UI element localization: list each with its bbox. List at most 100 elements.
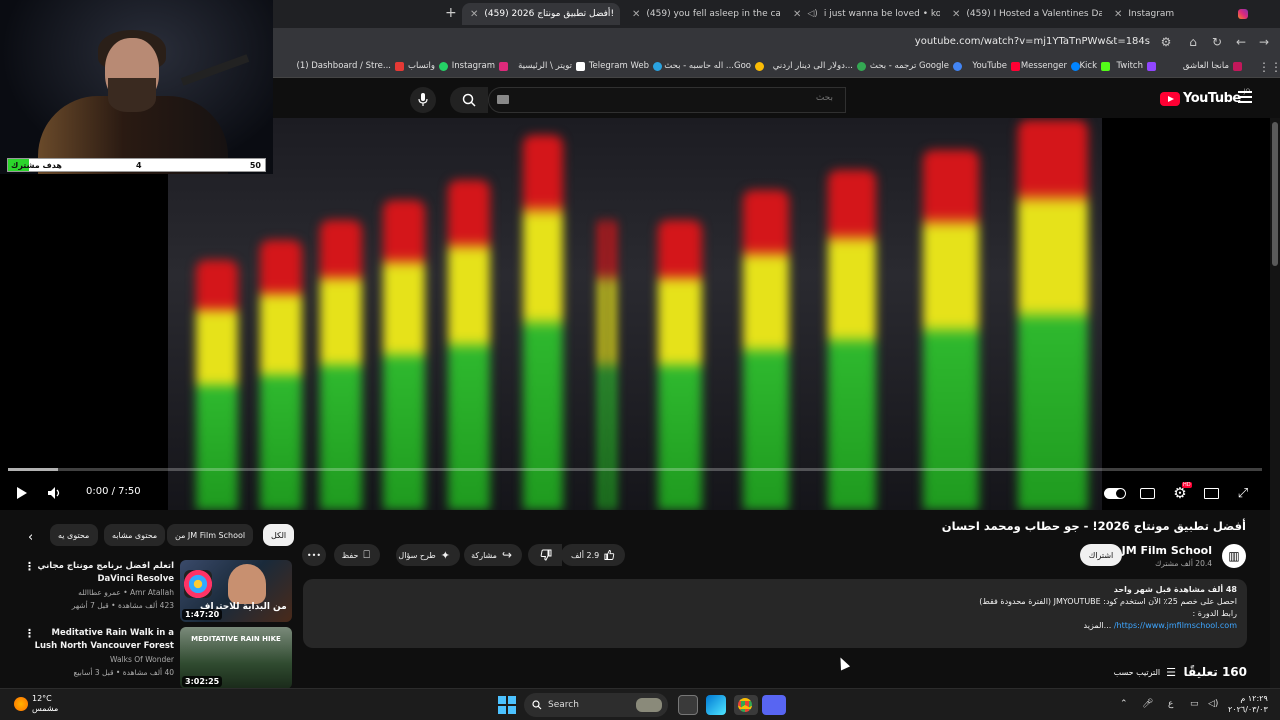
recommended-video[interactable]: من البداية للاحتراف 1:47:20 اتعلم افضل ب… xyxy=(0,560,295,624)
channel-name[interactable]: JM Film School xyxy=(1122,544,1212,557)
tab-valentines[interactable]: ✕ (459) I Hosted a Valentines Day xyxy=(944,3,1102,25)
search-input[interactable] xyxy=(513,93,833,103)
tray-overflow-icon[interactable]: ⌃ xyxy=(1120,699,1128,709)
tab-asleep[interactable]: ✕ (459) you fell asleep in the car xyxy=(624,3,780,25)
start-button[interactable] xyxy=(498,696,516,714)
more-options-icon[interactable]: ⋮ xyxy=(24,627,35,640)
webcam-overlay xyxy=(0,0,273,174)
recommended-video[interactable]: MEDITATIVE RAIN HIKE 3:02:25 Meditative … xyxy=(0,627,295,691)
bookmark-dashboard[interactable]: (1) Dashboard / Stre... xyxy=(297,61,404,71)
autoplay-toggle[interactable] xyxy=(1104,484,1126,502)
video-title[interactable]: اتعلم افضل برنامج مونتاج مجاني DaVinci R… xyxy=(34,560,174,586)
share-button[interactable]: ↪ مشاركة xyxy=(464,544,522,566)
close-tab-icon[interactable]: ✕ xyxy=(470,9,478,20)
chip-more[interactable]: محتوى يه xyxy=(50,524,98,546)
youtube-logo[interactable]: YouTube JO xyxy=(1160,88,1250,106)
keyboard-language[interactable]: ع xyxy=(1168,699,1173,709)
audio-icon: ◁) xyxy=(807,9,818,19)
bookmark-twitter[interactable]: تويتر \ الرئيسية xyxy=(518,61,585,71)
google-icon xyxy=(755,61,764,71)
bookmark-twitch[interactable]: Twitch xyxy=(1117,61,1156,71)
description-box[interactable]: 48 ألف مشاهدة قبل شهر واحد احصل على خصم … xyxy=(303,579,1247,648)
reload-icon[interactable]: ↻ xyxy=(1209,34,1225,50)
dislike-button[interactable] xyxy=(528,544,562,566)
close-tab-icon[interactable]: ✕ xyxy=(793,9,801,20)
tab-instagram[interactable]: ✕ Instagram xyxy=(1106,3,1256,25)
system-clock[interactable]: ١٢:٢٩ م ٢٠٢٦/٠٣/٠٣ xyxy=(1228,693,1268,715)
tab-spotify[interactable]: ✕ ◁) i just wanna be loved • kob xyxy=(785,3,940,25)
new-tab-icon[interactable]: + xyxy=(445,5,457,21)
site-settings-icon[interactable]: ⚙ xyxy=(1158,34,1174,50)
progress-bar[interactable] xyxy=(8,468,1262,471)
speaker-icon[interactable]: ◁) xyxy=(1208,699,1218,709)
bookmark-manga[interactable]: مانجا العاشق xyxy=(1183,61,1242,71)
show-more-link[interactable]: ...المزيد xyxy=(1084,621,1112,630)
page-scrollbar[interactable] xyxy=(1270,118,1280,688)
apps-grid-icon[interactable]: ⋮⋮ xyxy=(1258,59,1280,75)
close-tab-icon[interactable]: ✕ xyxy=(952,9,960,20)
bookmark-currency[interactable]: دولار الى دينار اردني... xyxy=(773,61,866,71)
bookmark-calculator[interactable]: اله حاسبه - بحث ...Goo xyxy=(664,61,764,71)
taskbar-search[interactable]: Search xyxy=(524,693,668,717)
fullscreen-button[interactable]: ⤢ xyxy=(1236,484,1250,502)
channel-name[interactable]: Amr Atallah • عمرو عطاالله xyxy=(78,588,174,597)
video-duration: 1:47:20 xyxy=(182,609,223,620)
keyboard-icon[interactable] xyxy=(497,95,509,104)
voice-search-button[interactable] xyxy=(410,87,436,113)
bookmark-instagram[interactable]: Instagram xyxy=(452,61,508,71)
home-icon[interactable]: ⌂ xyxy=(1185,34,1201,50)
chip-from-channel[interactable]: من JM Film School xyxy=(167,524,254,546)
task-view-icon[interactable] xyxy=(678,695,698,715)
bookmark-youtube[interactable]: YouTube xyxy=(972,61,1020,71)
thumbs-up-icon xyxy=(604,550,615,560)
close-tab-icon[interactable]: ✕ xyxy=(632,9,640,20)
scrollbar-thumb[interactable] xyxy=(1272,122,1278,266)
video-player[interactable]: 0:00 / 7:50 ⚙ HD ⤢ xyxy=(0,118,1270,510)
settings-button[interactable]: ⚙ HD xyxy=(1171,482,1192,502)
video-title[interactable]: Meditative Rain Walk in a Lush North Van… xyxy=(34,627,174,653)
more-options-icon[interactable]: ⋮ xyxy=(24,560,35,573)
tab-active-video[interactable]: ✕ (459) أفضل تطبيق مونتاج 2026! xyxy=(462,3,620,25)
sort-comments-button[interactable]: ☰ الترتيب حسب xyxy=(1114,666,1176,679)
more-actions-button[interactable]: ••• xyxy=(302,544,326,566)
close-tab-icon[interactable]: ✕ xyxy=(1114,9,1122,20)
chip-all[interactable]: الكل xyxy=(263,524,295,546)
description-link[interactable]: https://www.jmfilmschool.com/ xyxy=(1114,621,1237,630)
bookmark-whatsapp[interactable]: واتساب xyxy=(408,61,448,71)
google-icon xyxy=(953,61,962,71)
chrome-taskbar-button[interactable] xyxy=(734,695,758,715)
goal-current: 4 xyxy=(136,160,142,170)
hamburger-menu-icon[interactable] xyxy=(1238,91,1252,103)
back-icon[interactable]: → xyxy=(1256,34,1272,50)
chip-related[interactable]: محتوى مشابه xyxy=(104,524,166,546)
url-field[interactable]: youtube.com/watch?v=mj1YTaTnPWw&t=184s xyxy=(915,36,1150,47)
forward-icon[interactable]: ← xyxy=(1233,34,1249,50)
channel-name[interactable]: Walks Of Wonder xyxy=(110,655,174,664)
bookmark-translate[interactable]: ترجمه - بحث Google xyxy=(870,61,962,71)
like-button[interactable]: 2.9 ألف xyxy=(561,544,625,566)
mic-tray-icon[interactable]: 🎤︎ xyxy=(1142,699,1153,709)
video-meta: 423 ألف مشاهدة • قبل 7 أشهر xyxy=(71,601,174,610)
instagram-icon xyxy=(1238,9,1248,19)
tab-label: Instagram xyxy=(1128,9,1175,19)
search-label: Search xyxy=(548,700,579,710)
microsoft-store-icon[interactable] xyxy=(706,695,726,715)
network-icon[interactable]: ▭ xyxy=(1190,699,1199,709)
subscribe-button[interactable]: اشتراك xyxy=(1080,544,1122,566)
bookmark-messenger[interactable]: Messenger xyxy=(1021,61,1080,71)
search-button[interactable] xyxy=(450,87,488,113)
discord-icon[interactable] xyxy=(762,695,786,715)
subtitles-button[interactable] xyxy=(1139,484,1155,502)
channel-avatar[interactable]: ▥ xyxy=(1222,544,1246,568)
weather-widget[interactable]: 12°C مشمس xyxy=(14,694,58,714)
bookmark-kick[interactable]: Kick xyxy=(1079,61,1110,71)
ask-question-button[interactable]: ✦ طرح سؤال xyxy=(396,544,460,566)
save-button[interactable]: ⎕ حفظ xyxy=(334,544,380,566)
volume-button[interactable] xyxy=(46,484,64,502)
theater-mode-button[interactable] xyxy=(1203,484,1219,502)
play-button[interactable] xyxy=(14,484,30,502)
clock-date: ٢٠٢٦/٠٣/٠٣ xyxy=(1228,705,1268,714)
search-box[interactable] xyxy=(488,87,846,113)
filter-chips: الكل من JM Film School محتوى مشابه محتوى… xyxy=(30,524,295,548)
bookmark-telegram[interactable]: Telegram Web xyxy=(589,61,662,71)
